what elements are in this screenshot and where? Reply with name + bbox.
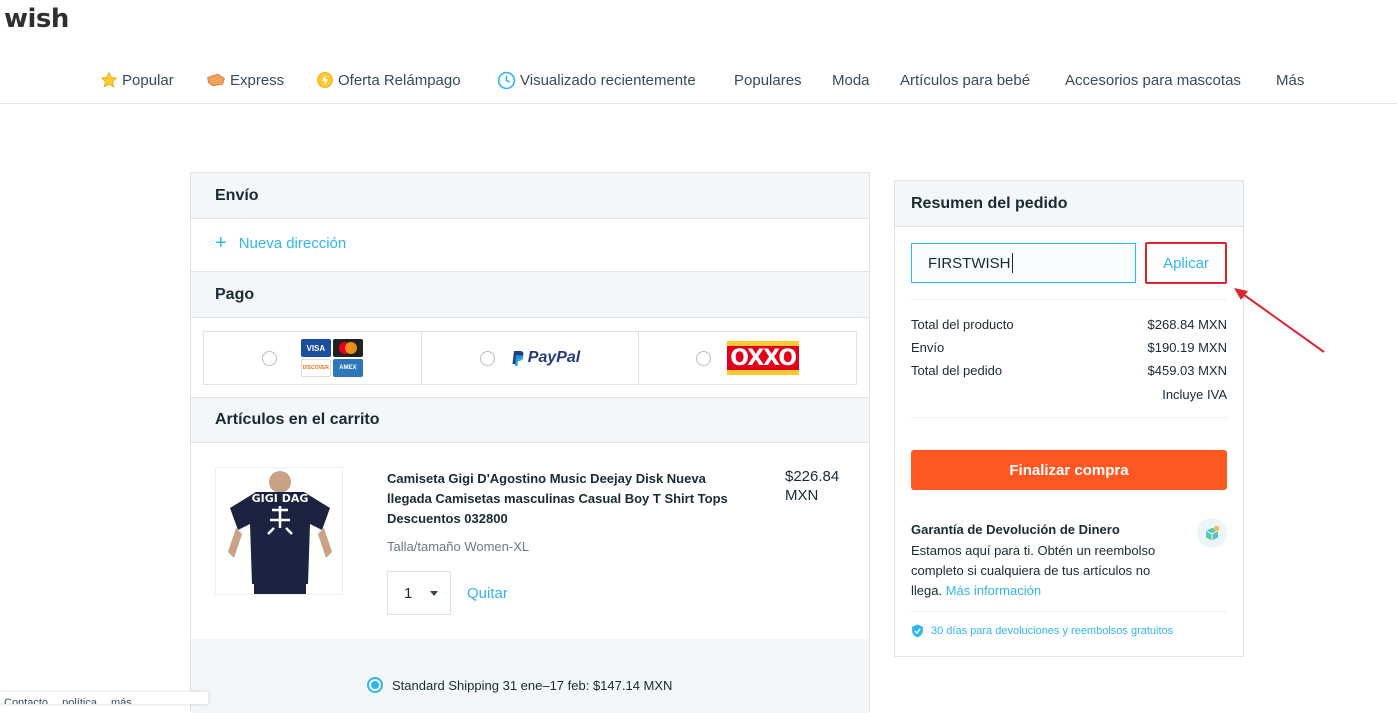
payment-options: VISA DISCOVER AMEX PayPal OXXO (203, 331, 858, 385)
paypal-radio[interactable] (479, 350, 495, 366)
lightning-deal-icon (317, 72, 333, 88)
clock-icon (497, 71, 516, 89)
order-summary: Resumen del pedido FIRSTWISH Aplicar Tot… (894, 180, 1244, 657)
chevron-down-icon (430, 591, 438, 596)
wish-logo[interactable]: wish (4, 4, 69, 34)
apply-coupon-button[interactable]: Aplicar (1145, 242, 1227, 284)
shipping-option-standard[interactable]: Standard Shipping 31 ene–17 feb: $147.14… (367, 677, 672, 693)
payment-option-oxxo[interactable]: OXXO (639, 331, 858, 385)
summary-row-order-total: Total del pedido $459.03 MXN (911, 363, 1227, 378)
card-radio[interactable] (261, 350, 277, 366)
shipping-radio-selected[interactable] (367, 677, 383, 693)
quantity-select[interactable]: 1 (387, 571, 451, 615)
nav-item-more[interactable]: Más (1276, 70, 1304, 90)
product-size: Talla/tamaño Women-XL (387, 539, 530, 554)
nav-item-express[interactable]: Express (206, 70, 284, 90)
payment-option-paypal[interactable]: PayPal (421, 331, 640, 385)
discover-logo: DISCOVER (300, 359, 331, 377)
top-navigation: Popular Express Oferta Relámpago Visuali… (0, 60, 1397, 104)
nav-item-flash-deal[interactable]: Oferta Relámpago (316, 70, 461, 90)
paypal-logo: PayPal (511, 349, 580, 367)
plus-icon: + (215, 232, 227, 254)
nav-item-populares[interactable]: Populares (734, 70, 802, 90)
divider (911, 299, 1227, 300)
product-title[interactable]: Camiseta Gigi D'Agostino Music Deejay Di… (387, 469, 747, 529)
amex-logo: AMEX (332, 359, 363, 377)
red-arrow-annotation (1234, 288, 1325, 353)
divider (911, 417, 1227, 418)
mastercard-logo (332, 339, 363, 357)
star-icon (100, 71, 118, 88)
payment-option-card[interactable]: VISA DISCOVER AMEX (203, 331, 422, 385)
shield-icon (912, 624, 923, 638)
divider (911, 611, 1227, 612)
cart-item: GIGI DAG Camiseta Gigi D'Agostino Music … (191, 443, 869, 639)
checkout-panel: Envío + Nueva dirección Pago VISA DISCOV… (190, 172, 870, 713)
payment-heading: Pago (191, 271, 869, 318)
gift-box-icon (1197, 518, 1227, 548)
tax-note: Incluye IVA (1162, 387, 1227, 402)
shipping-options: Standard Shipping 31 ene–17 feb: $147.14… (191, 639, 869, 713)
card-logos-icon: VISA DISCOVER AMEX (300, 339, 363, 377)
cart-heading: Artículos en el carrito (191, 397, 869, 443)
remove-item-button[interactable]: Quitar (467, 585, 508, 602)
summary-row-product-total: Total del producto $268.84 MXN (911, 317, 1227, 332)
oxxo-radio[interactable] (696, 350, 712, 366)
summary-row-shipping: Envío $190.19 MXN (911, 340, 1227, 355)
checkout-button[interactable]: Finalizar compra (911, 450, 1227, 490)
shirt-print-text: GIGI DAG (252, 492, 309, 505)
new-address-button[interactable]: + Nueva dirección (215, 233, 346, 253)
guarantee-title: Garantía de Devolución de Dinero (911, 522, 1120, 537)
nav-item-moda[interactable]: Moda (832, 70, 870, 90)
visa-logo: VISA (300, 339, 331, 357)
free-returns-link[interactable]: 30 días para devoluciones y reembolsos g… (911, 624, 1173, 638)
summary-heading: Resumen del pedido (895, 181, 1243, 227)
paypal-icon (512, 350, 524, 366)
coupon-input[interactable]: FIRSTWISH (911, 243, 1136, 283)
shipping-heading: Envío (191, 173, 869, 219)
express-icon (207, 73, 225, 87)
more-info-link[interactable]: Más información (946, 583, 1041, 598)
guarantee-text: Estamos aquí para ti. Obtén un reembolso… (911, 543, 1156, 598)
cookie-bar: Contacto… política… más (0, 692, 208, 704)
oxxo-logo: OXXO (727, 341, 800, 375)
text-cursor (1011, 253, 1013, 273)
nav-item-recently-viewed[interactable]: Visualizado recientemente (497, 70, 696, 90)
nav-item-pets[interactable]: Accesorios para mascotas (1065, 70, 1241, 90)
product-price: $226.84 MXN (785, 468, 840, 504)
nav-item-popular[interactable]: Popular (100, 70, 174, 90)
nav-item-baby[interactable]: Artículos para bebé (900, 70, 1030, 90)
product-image[interactable]: GIGI DAG (215, 467, 343, 595)
